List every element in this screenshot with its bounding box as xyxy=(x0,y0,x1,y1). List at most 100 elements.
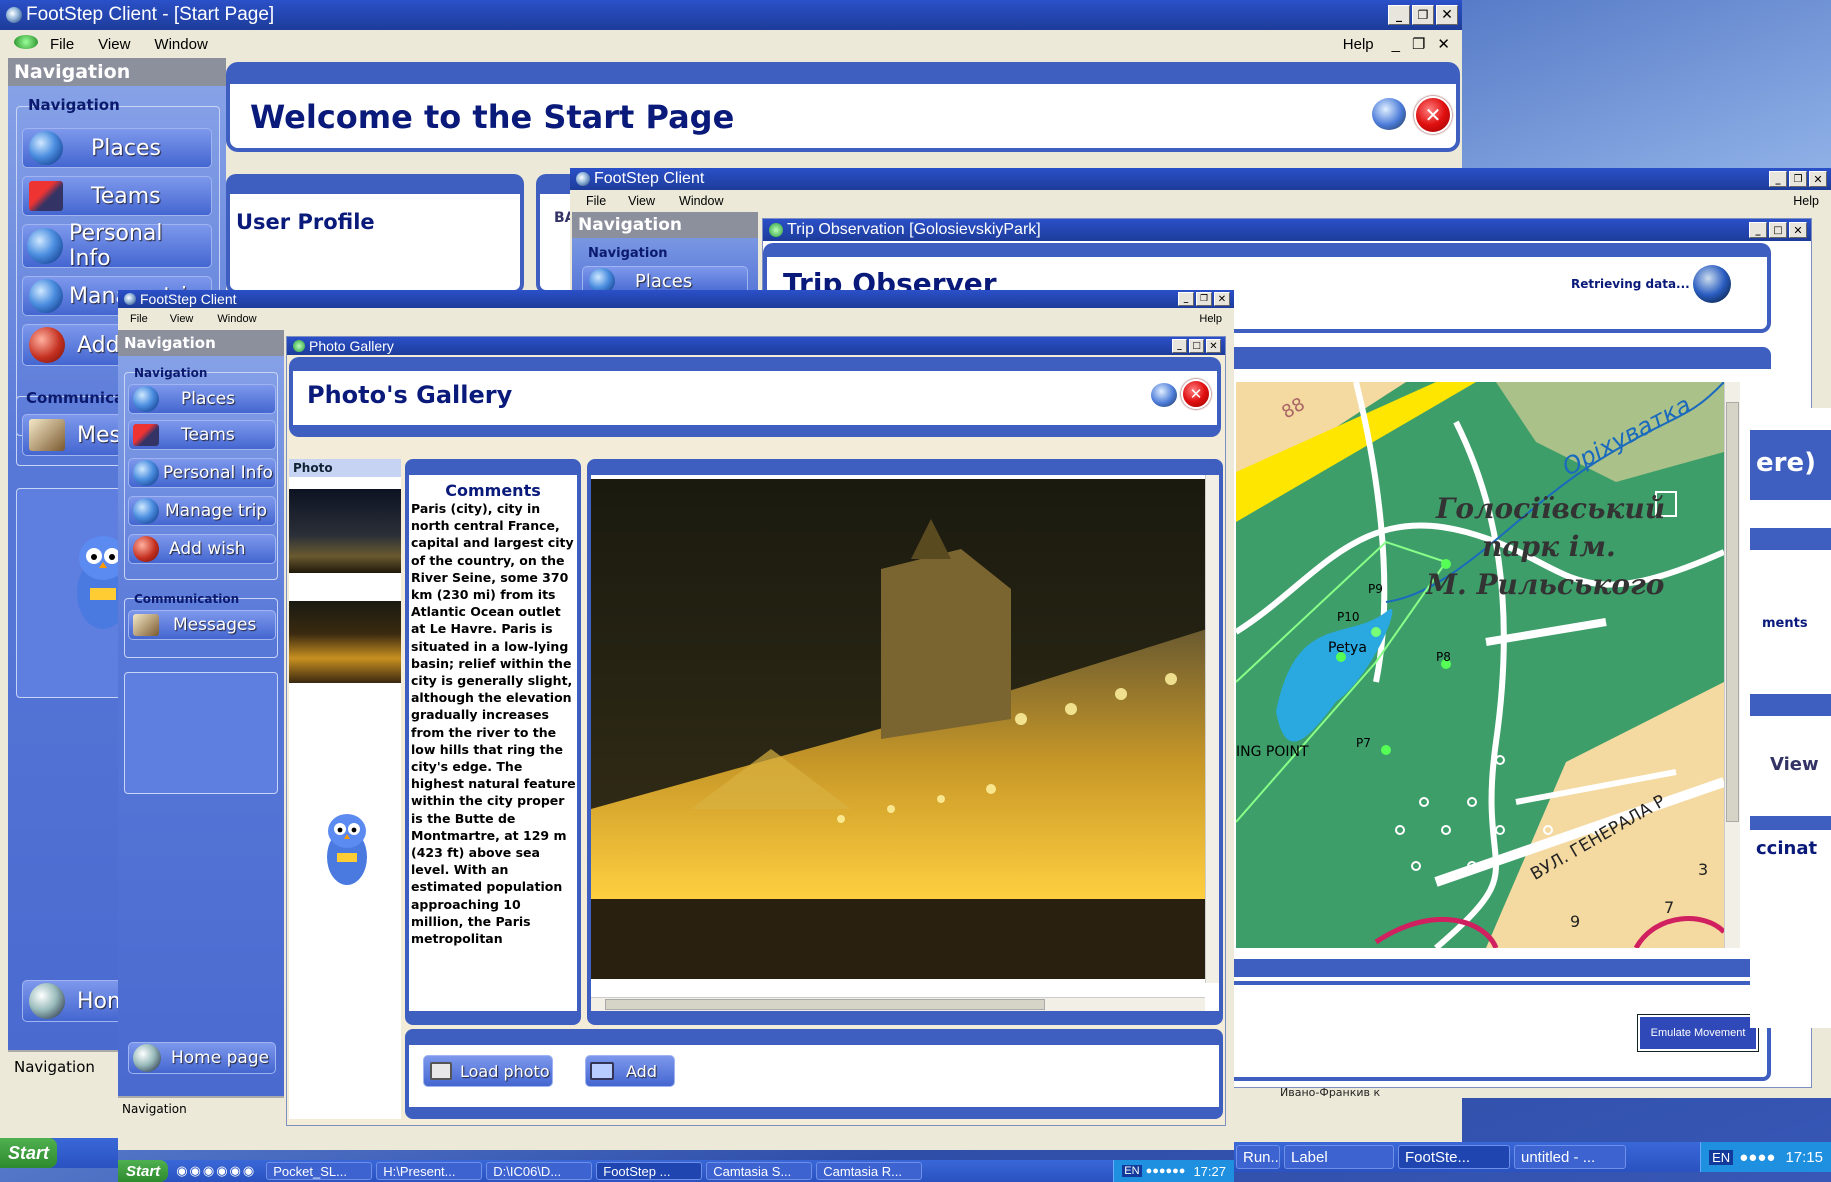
map-label-p10: P10 xyxy=(1337,610,1360,624)
menu-help[interactable]: Help xyxy=(1331,36,1386,53)
taskbar-item-present[interactable]: H:\Present... xyxy=(376,1162,483,1180)
nav-add-wish[interactable]: Add wish xyxy=(128,534,276,564)
comments-title: Comments xyxy=(445,481,541,500)
close-page-icon[interactable]: ✕ xyxy=(1414,96,1452,134)
titlebar-start-page[interactable]: FootStep Client - [Start Page] _ ❐ ✕ xyxy=(0,0,1462,30)
mdi-close[interactable]: ✕ xyxy=(1431,35,1462,53)
child-close-button[interactable]: ✕ xyxy=(1206,339,1221,353)
map-label-park-2: парк ім. xyxy=(1482,530,1616,563)
taskbar-item-ic06[interactable]: D:\IC06\D... xyxy=(486,1162,593,1180)
clock: 17:27 xyxy=(1193,1163,1226,1179)
taskbar-item-run[interactable]: Run... xyxy=(1236,1145,1280,1169)
map-label-petya: Petya xyxy=(1328,640,1367,656)
taskbar-item-camtasia-r[interactable]: Camtasia R... xyxy=(816,1162,923,1180)
menu-window[interactable]: Window xyxy=(142,36,219,53)
menu-help[interactable]: Help xyxy=(1781,194,1831,208)
photo-vscroll[interactable] xyxy=(1205,475,1219,983)
nav-group-label: Navigation xyxy=(588,246,668,261)
window-photo-client: FootStep Client _ ❐ ✕ File View Window H… xyxy=(118,290,1234,1138)
taskbar-item-pocket[interactable]: Pocket_SL... xyxy=(266,1162,373,1180)
nav-places[interactable]: Places xyxy=(128,384,276,414)
child-titlebar[interactable]: Photo Gallery _ □ ✕ xyxy=(287,337,1225,355)
minimize-button[interactable]: _ xyxy=(1769,171,1787,187)
mdi-restore[interactable]: ❐ xyxy=(1406,35,1431,53)
language-indicator[interactable]: EN xyxy=(1122,1165,1142,1177)
minimize-button[interactable]: _ xyxy=(1388,5,1410,25)
nav-home-page[interactable]: Home page xyxy=(128,1042,276,1074)
child-minimize-button[interactable]: _ xyxy=(1749,222,1767,238)
menu-file[interactable]: File xyxy=(570,194,616,208)
add-button[interactable]: Add xyxy=(585,1055,675,1087)
refresh-icon[interactable] xyxy=(1151,383,1177,407)
nav-manage-trip[interactable]: Manage trip xyxy=(128,496,276,526)
language-indicator[interactable]: EN xyxy=(1709,1149,1734,1165)
child-icon xyxy=(293,340,305,352)
child-title: Trip Observation [GolosievskiyPark] xyxy=(787,221,1041,238)
nav-messages[interactable]: Messages xyxy=(128,610,276,640)
comments-text: Paris (city), city in north central Fran… xyxy=(411,501,576,947)
photo-hscroll-thumb[interactable] xyxy=(605,999,1045,1010)
menu-file[interactable]: File xyxy=(38,36,86,53)
close-page-icon[interactable]: ✕ xyxy=(1181,379,1211,409)
thumbnail-louvre[interactable] xyxy=(289,601,401,683)
close-button[interactable]: ✕ xyxy=(1809,171,1827,187)
app-icon xyxy=(124,293,136,305)
bottom-partial: Ивано-Франкив к xyxy=(1280,1086,1381,1099)
map-scrollbar[interactable] xyxy=(1724,382,1740,948)
nav-personal-info[interactable]: Personal Info xyxy=(128,458,276,488)
close-button[interactable]: ✕ xyxy=(1436,5,1458,25)
load-photo-button[interactable]: Load photo xyxy=(423,1055,553,1087)
nav-teams[interactable]: Teams xyxy=(128,420,276,450)
taskbar-item-camtasia-s[interactable]: Camtasia S... xyxy=(706,1162,813,1180)
start-button[interactable]: Start xyxy=(0,1138,58,1168)
taskbar-item-untitled[interactable]: untitled - ... xyxy=(1514,1145,1626,1169)
nav-places[interactable]: Places xyxy=(22,128,212,168)
menu-view[interactable]: View xyxy=(86,36,142,53)
menu-view[interactable]: View xyxy=(158,313,206,325)
photo-hscroll[interactable] xyxy=(591,997,1205,1011)
close-button[interactable]: ✕ xyxy=(1214,292,1230,306)
titlebar-photo-client[interactable]: FootStep Client _ ❐ ✕ xyxy=(118,290,1234,308)
menu-view[interactable]: View xyxy=(616,194,667,208)
refresh-icon[interactable] xyxy=(1372,98,1406,130)
child-close-button[interactable]: ✕ xyxy=(1789,222,1807,238)
taskbar-item-label[interactable]: Label xyxy=(1284,1145,1394,1169)
retrieving-label: Retrieving data... xyxy=(1571,277,1690,291)
restore-button[interactable]: ❐ xyxy=(1196,292,1212,306)
welcome-heading: Welcome to the Start Page xyxy=(250,98,735,136)
menu-help[interactable]: Help xyxy=(1187,313,1234,325)
menu-window[interactable]: Window xyxy=(667,194,735,208)
nav-header: Navigation xyxy=(118,330,284,356)
taskbar-item-footstep[interactable]: FootSte... xyxy=(1398,1145,1510,1169)
child-maximize-button[interactable]: □ xyxy=(1769,222,1787,238)
user-profile-heading: User Profile xyxy=(236,210,375,234)
child-titlebar[interactable]: Trip Observation [GolosievskiyPark] _ □ … xyxy=(763,219,1811,241)
nav-personal-info[interactable]: Personal Info xyxy=(22,221,212,271)
quicklaunch-icons: ◉◉◉◉◉◉ xyxy=(176,1163,257,1178)
thumbnail-paris-night[interactable] xyxy=(289,489,401,573)
restore-button[interactable]: ❐ xyxy=(1789,171,1807,187)
menu-file[interactable]: File xyxy=(118,313,158,325)
restore-button[interactable]: ❐ xyxy=(1412,5,1434,25)
taskbar-item-footstep[interactable]: FootStep ... xyxy=(596,1162,703,1180)
taskbar-front: Start ◉◉◉◉◉◉ Pocket_SL... H:\Present... … xyxy=(118,1160,1234,1182)
emulate-movement-button[interactable]: Emulate Movement xyxy=(1637,1014,1759,1052)
minimize-button[interactable]: _ xyxy=(1178,292,1194,306)
map-scroll-thumb[interactable] xyxy=(1726,402,1739,822)
nav-teams[interactable]: Teams xyxy=(22,176,212,216)
compass-icon xyxy=(29,279,63,313)
child-maximize-button[interactable]: □ xyxy=(1189,339,1204,353)
globe-icon xyxy=(133,386,159,412)
partial-text-3[interactable]: View xyxy=(1770,754,1819,775)
mdi-min[interactable]: _ xyxy=(1386,36,1406,53)
titlebar-trip-client[interactable]: FootStep Client _ ❐ ✕ xyxy=(570,168,1831,190)
window-title: FootStep Client xyxy=(140,291,237,307)
map-label-p7: P7 xyxy=(1356,736,1371,750)
menu-window[interactable]: Window xyxy=(205,313,268,325)
child-minimize-button[interactable]: _ xyxy=(1172,339,1187,353)
start-button[interactable]: Start xyxy=(118,1160,169,1182)
nav-pane: Navigation Navigation Places Teams Perso… xyxy=(118,330,284,1098)
mascot-box xyxy=(124,672,278,794)
trip-map-image[interactable]: 88 Голосіївський парк ім. М. Рильського … xyxy=(1236,382,1724,948)
child-title: Photo Gallery xyxy=(309,338,394,354)
